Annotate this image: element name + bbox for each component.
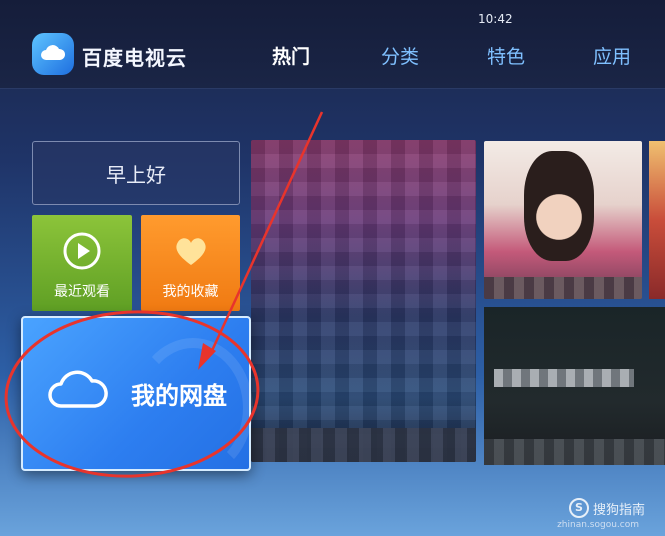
tab-hot[interactable]: 热门 [272,42,310,69]
favorites-tile[interactable]: 我的收藏 [141,215,240,311]
sogou-icon: S [568,498,589,518]
play-icon [63,232,101,270]
tab-apps[interactable]: 应用 [593,42,631,69]
recent-watch-label: 最近观看 [54,284,110,300]
video-thumbnail-4[interactable] [484,307,665,465]
heart-icon [175,238,206,265]
favorites-label: 我的收藏 [162,284,219,300]
watermark-text: 搜狗指南 [592,502,645,518]
thumbnail-caption [251,428,476,462]
tab-featured[interactable]: 特色 [487,42,525,69]
watermark: S 搜狗指南 [568,498,645,518]
video-thumbnail-2[interactable] [484,141,642,299]
thumbnail-caption [484,439,665,465]
my-cloud-disk-label: 我的网盘 [131,382,227,410]
greeting-tile[interactable]: 早上好 [32,141,240,205]
recent-watch-tile[interactable]: 最近观看 [32,215,132,311]
top-bar: 10:42 百度电视云 热门 分类 特色 应用 [0,0,665,89]
cloud-logo-icon [32,33,74,75]
tab-categories[interactable]: 分类 [381,42,419,69]
status-time: 10:42 [478,12,513,26]
my-cloud-disk-tile[interactable]: 我的网盘 [21,316,253,478]
watermark-url: zhinan.sogou.com [557,520,639,530]
brand-name: 百度电视云 [82,46,187,70]
thumbnail-caption [484,277,642,299]
video-thumbnail-3[interactable] [649,141,665,299]
thumbnail-title [494,369,634,387]
thumbnail-image [524,151,594,261]
featured-video-thumbnail[interactable] [251,140,476,462]
cloud-icon [48,370,108,408]
greeting-text: 早上好 [106,162,166,187]
